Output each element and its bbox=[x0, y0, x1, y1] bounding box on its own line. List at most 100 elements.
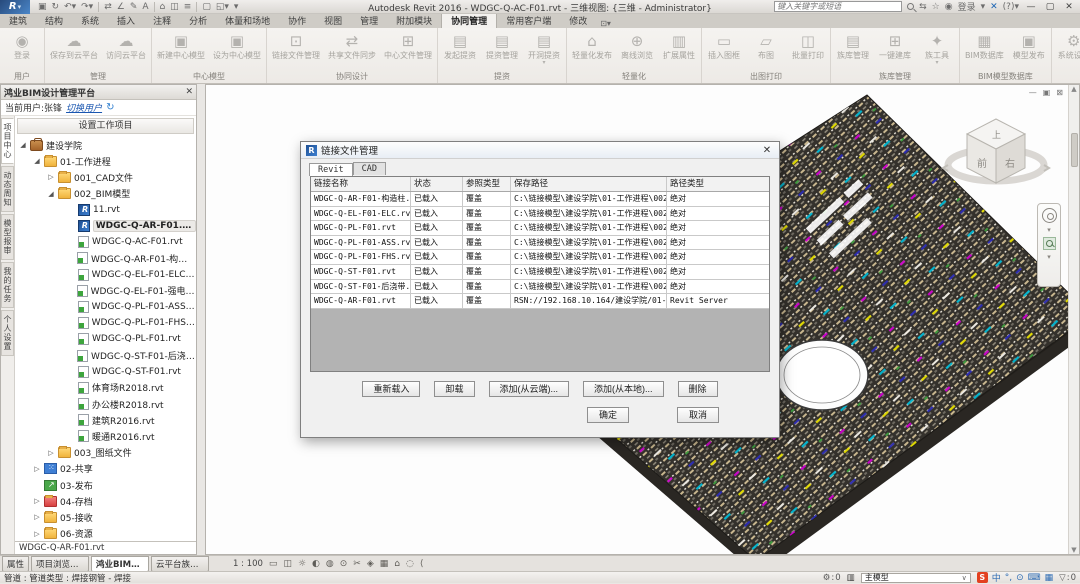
tree-item-publish[interactable]: 03-发布 bbox=[15, 477, 196, 493]
switch-windows-icon[interactable]: ◱▾ bbox=[216, 2, 229, 12]
worksets-icon[interactable]: ▥ bbox=[847, 573, 855, 583]
help-search-input[interactable] bbox=[774, 1, 902, 12]
table-row[interactable]: WDGC-Q-PL-F01.rvt已载入覆盖C:\链接模型\建设学院\01-工作… bbox=[311, 221, 769, 236]
insert-titleblock-button[interactable]: 插入图框 bbox=[704, 30, 744, 61]
ribbon-tab-annotate[interactable]: 注释 bbox=[144, 12, 180, 28]
lightweight-publish-button[interactable]: 轻量化发布 bbox=[569, 30, 615, 61]
table-row[interactable]: WDGC-Q-PL-F01-FHS.rvt已载入覆盖C:\链接模型\建设学院\0… bbox=[311, 250, 769, 265]
extended-properties-button[interactable]: 扩展属性 bbox=[659, 30, 699, 61]
vtab-dynamic-notice[interactable]: 动态周知 bbox=[1, 166, 14, 212]
ribbon-tab-common-client[interactable]: 常用客户端 bbox=[497, 12, 560, 28]
active-workset-select[interactable]: 主模型∨ bbox=[861, 573, 971, 583]
scroll-up-icon[interactable]: ▲ bbox=[1071, 85, 1076, 93]
tab-properties[interactable]: 属性 bbox=[2, 556, 29, 572]
tree-item-file[interactable]: WDGC-Q-ST-F01.rvt bbox=[15, 364, 196, 380]
favorites-star-icon[interactable]: ☆ bbox=[932, 2, 940, 12]
tree-item-file[interactable]: WDGC-Q-PL-F01-ASS.rvt bbox=[15, 299, 196, 315]
tree-item-cad-files[interactable]: 001_CAD文件 bbox=[15, 169, 196, 185]
tree-item-bim-models[interactable]: 002_BIM模型 bbox=[15, 186, 196, 202]
delete-button[interactable]: 删除 bbox=[678, 381, 718, 397]
customize-qat-icon[interactable]: ▾ bbox=[234, 2, 239, 12]
expand-icon[interactable]: ⟨ bbox=[420, 559, 424, 569]
login-button[interactable]: 登录 bbox=[2, 30, 42, 61]
bim-database-button[interactable]: BIM数据库 bbox=[962, 30, 1007, 61]
sogou-icon[interactable]: S bbox=[977, 572, 988, 583]
ribbon-tab-insert[interactable]: 插入 bbox=[108, 12, 144, 28]
family-library-button[interactable]: 族库管理 bbox=[833, 30, 873, 61]
tab-hongye-bim[interactable]: 鸿业BIM设计管... bbox=[91, 556, 149, 572]
col-status[interactable]: 状态 bbox=[411, 177, 463, 191]
ribbon-tab-modify[interactable]: 修改 bbox=[560, 12, 596, 28]
table-row[interactable]: WDGC-Q-EL-F01-ELC.rvt已载入覆盖C:\链接模型\建设学院\0… bbox=[311, 207, 769, 222]
add-from-cloud-button[interactable]: 添加(从云端)... bbox=[489, 381, 570, 397]
tree-item-file[interactable]: 暖通R2016.rvt bbox=[15, 428, 196, 444]
vtab-my-tasks[interactable]: 我的任务 bbox=[1, 262, 14, 308]
save-icon[interactable]: ▣ bbox=[38, 2, 47, 12]
tree-item-file[interactable]: 建筑R2016.rvt bbox=[15, 412, 196, 428]
render-icon[interactable]: ◍ bbox=[326, 559, 334, 569]
reveal-hidden-icon[interactable]: ⌂ bbox=[394, 559, 400, 569]
model-publish-button[interactable]: 模型发布 bbox=[1009, 30, 1049, 61]
navigation-bar[interactable]: ▾ ▾ bbox=[1037, 203, 1061, 287]
expander-icon[interactable] bbox=[33, 530, 41, 538]
opening-submission-button[interactable]: 开洞提资▾ bbox=[524, 30, 564, 66]
ok-button[interactable]: 确定 bbox=[587, 407, 629, 423]
tree-item-shared[interactable]: 02-共享 bbox=[15, 461, 196, 477]
tree-item-file[interactable]: WDGC-Q-PL-F01-FHS.rvt bbox=[15, 315, 196, 331]
exchange-icon[interactable]: ⇆ bbox=[919, 2, 927, 12]
filter-badge[interactable]: ▽:0 bbox=[1059, 573, 1076, 583]
search-icon[interactable] bbox=[907, 3, 914, 10]
editing-requests-badge[interactable]: ⚙:0 bbox=[823, 573, 841, 583]
ribbon-tab-analyze[interactable]: 分析 bbox=[180, 12, 216, 28]
thin-lines-icon[interactable]: ≡ bbox=[184, 2, 192, 12]
system-settings-button[interactable]: 系统设置 bbox=[1054, 30, 1080, 61]
link-file-management-button[interactable]: 链接文件管理 bbox=[269, 30, 323, 61]
visual-style-icon[interactable]: ◫ bbox=[283, 559, 292, 569]
text-icon[interactable]: A bbox=[142, 2, 148, 12]
shadows-icon[interactable]: ◐ bbox=[312, 559, 320, 569]
tree-item-file[interactable]: WDGC-Q-AC-F01.rvt bbox=[15, 234, 196, 250]
tree-item-archive[interactable]: 04-存档 bbox=[15, 493, 196, 509]
autodesk-exchange-x-icon[interactable]: ✕ bbox=[990, 2, 998, 12]
measure-icon[interactable]: ⇄ bbox=[104, 2, 112, 12]
offline-browse-button[interactable]: 离线浏览 bbox=[617, 30, 657, 61]
tree-item-file[interactable]: 11.rvt bbox=[15, 202, 196, 218]
tree-item-receive[interactable]: 05-接收 bbox=[15, 509, 196, 525]
constraints-icon[interactable]: ◌ bbox=[406, 559, 414, 569]
switch-user-link[interactable]: 切换用户 bbox=[66, 101, 102, 114]
ribbon-tab-collaborate[interactable]: 协作 bbox=[279, 12, 315, 28]
col-link-name[interactable]: 链接名称 bbox=[311, 177, 411, 191]
expander-icon[interactable] bbox=[33, 513, 41, 521]
sign-in-label[interactable]: 登录 bbox=[958, 0, 976, 13]
col-reference-type[interactable]: 参照类型 bbox=[463, 177, 511, 191]
tree-item-file[interactable]: WDGC-Q-ST-F01-后浇带.rvt bbox=[15, 347, 196, 363]
restore-button[interactable]: ▢ bbox=[1043, 2, 1057, 12]
add-from-local-button[interactable]: 添加(从本地)... bbox=[583, 381, 664, 397]
crop-view-icon[interactable]: ⊙ bbox=[340, 559, 348, 569]
tree-item-work-progress[interactable]: 01-工作进程 bbox=[15, 153, 196, 169]
steering-wheel-icon[interactable] bbox=[1042, 208, 1057, 223]
vtab-project-center[interactable]: 项目中心 bbox=[1, 118, 14, 164]
one-key-build-library-button[interactable]: 一键建库 bbox=[875, 30, 915, 61]
expander-icon[interactable] bbox=[47, 449, 55, 457]
ribbon-tab-systems[interactable]: 系统 bbox=[72, 12, 108, 28]
chevron-down-icon[interactable]: ▾ bbox=[1047, 226, 1051, 234]
ribbon-tab-view[interactable]: 视图 bbox=[315, 12, 351, 28]
dropdown-icon[interactable]: ▾ bbox=[981, 2, 986, 12]
keyboard-icon[interactable]: ⌨ bbox=[1028, 573, 1041, 583]
tree-item-drawing-files[interactable]: 003_图纸文件 bbox=[15, 445, 196, 461]
initiate-submission-button[interactable]: 发起提资 bbox=[440, 30, 480, 61]
expander-icon[interactable] bbox=[47, 173, 55, 181]
tree-item-file[interactable]: WDGC-Q-EL-F01-强电点位.rvt bbox=[15, 283, 196, 299]
tab-revit[interactable]: Revit bbox=[309, 163, 353, 176]
revit-logo-icon[interactable]: R▾ bbox=[0, 0, 30, 14]
tab-cloud-family-layout[interactable]: 云平台族布置 bbox=[151, 556, 209, 572]
tree-item-resources[interactable]: 06-资源 bbox=[15, 526, 196, 542]
model-line-icon[interactable]: ✎ bbox=[130, 2, 138, 12]
view-close-icon[interactable]: ⊠ bbox=[1056, 88, 1063, 97]
view-restore-icon[interactable]: ▣ bbox=[1043, 88, 1051, 97]
view-cube[interactable]: 上 前 右 bbox=[941, 105, 1051, 210]
redo-icon[interactable]: ↷▾ bbox=[81, 2, 93, 12]
expander-icon[interactable] bbox=[33, 497, 41, 505]
set-work-project-button[interactable]: 设置工作项目 bbox=[17, 118, 194, 134]
